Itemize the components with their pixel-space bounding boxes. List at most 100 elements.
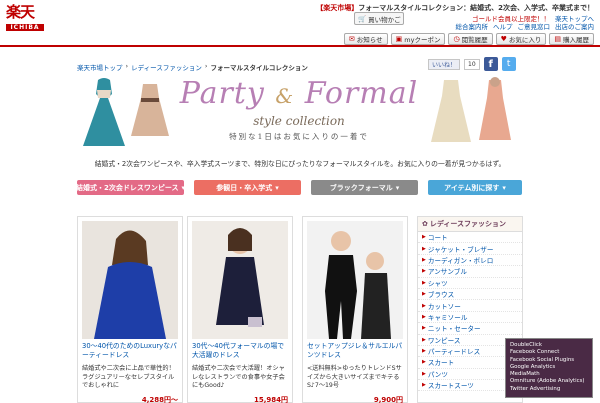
sidebar-item[interactable]: ▶ コート — [418, 232, 522, 244]
nav-label: お知らせ — [356, 36, 383, 44]
category-label: ブラックフォーマル — [329, 183, 393, 192]
sidebar-heading: ✿ レディースファッション — [418, 217, 522, 232]
purchase-history-button[interactable]: ▤ 購入履歴 — [549, 33, 594, 45]
sidebar-item-label: アンサンブル — [427, 268, 467, 277]
history-button[interactable]: ◷ 閲覧履歴 — [448, 33, 493, 45]
category-label: 参観日・卒入学式 — [216, 183, 273, 192]
like-button[interactable]: いいね！ — [428, 58, 461, 70]
receipt-icon: ▤ — [554, 35, 561, 43]
nav-label: 閲覧履歴 — [461, 36, 488, 44]
social-buttons: いいね！ 10 f t — [428, 57, 516, 71]
guide-link[interactable]: 総合案内所 — [456, 21, 489, 31]
sidebar-item-label: カットソー — [427, 302, 461, 311]
sidebar-item[interactable]: ▶ キャミソール — [418, 312, 522, 324]
tracker-item: DoubleClick — [510, 342, 542, 348]
arrow-right-icon: ▶ — [422, 302, 426, 309]
sidebar-item-label: ジャケット・ブレザー — [427, 245, 494, 254]
arrow-right-icon: ▶ — [422, 359, 426, 366]
arrow-right-icon: ▶ — [422, 256, 426, 263]
sidebar-heading-label: レディースファッション — [429, 220, 507, 228]
product-desc: <送料無料>ゆったりトレンドSサイズから大きいサイズまでキテるS♪7〜19号 — [307, 365, 402, 389]
product-title[interactable]: セットアップジレ＆サルエルパンツドレス — [307, 342, 405, 360]
tracker-list-popup: DoubleClick Facebook Connect Facebook Soci… — [505, 338, 593, 398]
sidebar-item[interactable]: ▶ カーディガン・ボレロ — [418, 255, 522, 267]
category-label: 結婚式・2次会ドレスワンピース — [75, 183, 179, 192]
product-photo — [307, 221, 403, 339]
sidebar-item-label: スカートスーツ — [427, 382, 474, 391]
tracker-item: Facebook Connect — [510, 349, 560, 356]
product-price: 15,984円 — [253, 396, 288, 403]
product-photo — [82, 221, 178, 339]
cart-button[interactable]: 🛒 買い物かご — [354, 12, 404, 25]
breadcrumb-ladies[interactable]: レディースファッション — [131, 62, 202, 72]
arrow-right-icon: ▶ — [422, 382, 426, 389]
logo-sub: ICHIBA — [6, 24, 44, 31]
tracker-item: MediaMath — [510, 371, 540, 378]
clock-icon: ◷ — [453, 35, 460, 43]
product-card[interactable]: 30〜40代のためのLuxuryなパーティードレス 結婚式や二次会に上品で華性的… — [77, 216, 183, 403]
logo-text: 楽天 — [6, 3, 35, 21]
category-black-formal-button[interactable]: ブラックフォーマル ▾ — [311, 180, 418, 195]
banner-title-amp: & — [275, 84, 295, 108]
breadcrumb-separator-icon: › — [125, 62, 129, 70]
breadcrumb: 楽天市場トップ › レディースファッション › フォーマルスタイルコレクション — [77, 62, 308, 72]
nav-label: お気に入り — [508, 36, 542, 44]
product-card[interactable]: 30代〜40代フォーマルの場で大活躍のドレス 結婚式や二次会で大活躍！オシャレな… — [187, 216, 293, 403]
nav-label: myクーポン — [404, 36, 441, 44]
arrow-right-icon: ▶ — [422, 325, 426, 332]
product-title[interactable]: 30代〜40代フォーマルの場で大活躍のドレス — [192, 342, 290, 360]
pink-dress-image — [479, 77, 511, 140]
cart-label: 買い物かご — [368, 15, 401, 24]
twitter-icon[interactable]: t — [501, 57, 516, 71]
intro-text: 結婚式・2次会ワンピースや、卒入学式スーツまで、特別な日にぴったりなフォーマルス… — [94, 160, 506, 168]
hero-banner: Party & Formal style collection 特別な1日はお気… — [77, 72, 521, 150]
merchant-link[interactable]: 出店のご案内 — [555, 21, 594, 31]
like-count: 10 — [464, 58, 480, 70]
product-card[interactable]: セットアップジレ＆サルエルパンツドレス <送料無料>ゆったりトレンドSサイズから… — [302, 216, 408, 403]
tracker-item: Google Analytics — [510, 363, 556, 370]
breadcrumb-top[interactable]: 楽天市場トップ — [77, 62, 123, 72]
breadcrumb-separator-icon: › — [204, 62, 208, 70]
help-link[interactable]: ヘルプ — [493, 21, 513, 31]
sidebar-item-label: キャミソール — [427, 313, 468, 322]
category-label: アイテム別に探す — [444, 183, 500, 192]
category-wedding-button[interactable]: 結婚式・2次会ドレスワンピース ▾ — [75, 180, 186, 195]
banner-title-party: Party — [179, 76, 265, 111]
dropdown-arrow-icon: ▾ — [395, 183, 400, 192]
rakuten-logo[interactable]: 楽天 ICHIBA — [6, 4, 44, 42]
notice-button[interactable]: ✉ お知らせ — [343, 33, 388, 45]
dropdown-arrow-icon: ▾ — [181, 183, 186, 192]
facebook-icon[interactable]: f — [483, 57, 498, 71]
favorites-button[interactable]: ♥ お気に入り — [495, 33, 547, 45]
sidebar-item[interactable]: ▶ カットソー — [418, 300, 522, 312]
arrow-right-icon: ▶ — [422, 234, 426, 241]
sidebar-item[interactable]: ▶ シャツ — [418, 278, 522, 289]
sidebar-item-label: ブラウス — [427, 291, 455, 300]
breadcrumb-current: フォーマルスタイルコレクション — [210, 64, 308, 72]
sidebar-item[interactable]: ▶ ブラウス — [418, 289, 522, 301]
arrow-right-icon: ▶ — [422, 245, 426, 252]
category-item-button[interactable]: アイテム別に探す ▾ — [428, 180, 522, 195]
banner-title-formal: Formal — [304, 76, 419, 111]
header-links-2: 総合案内所 ヘルプ ご意見窓口 出店のご案内 — [456, 21, 595, 31]
arrow-right-icon: ▶ — [422, 291, 426, 298]
coupon-icon: ▣ — [395, 35, 403, 43]
global-header: 楽天 ICHIBA 【楽天市場】フォーマルスタイルコレクション：結婚式、2次会、… — [0, 0, 600, 47]
feedback-link[interactable]: ご意見窓口 — [518, 21, 551, 31]
arrow-right-icon: ▶ — [422, 313, 426, 320]
bell-icon: ✉ — [348, 35, 355, 43]
arrow-right-icon: ▶ — [422, 348, 426, 355]
product-title[interactable]: 30〜40代のためのLuxuryなパーティードレス — [82, 342, 180, 360]
category-ceremony-button[interactable]: 参観日・卒入学式 ▾ — [194, 180, 301, 195]
sidebar-item[interactable]: ▶ アンサンブル — [418, 266, 522, 278]
sidebar-item[interactable]: ▶ ジャケット・ブレザー — [418, 243, 522, 255]
header-nav: ✉ お知らせ ▣ myクーポン ◷ 閲覧履歴 ♥ お気に入り ▤ 購入履歴 — [343, 33, 594, 45]
tracker-item: Omniture (Adobe Analytics) — [510, 378, 585, 385]
coupon-button[interactable]: ▣ myクーポン — [390, 33, 446, 45]
sidebar-item-label: ワンピース — [427, 336, 461, 345]
sidebar-item[interactable]: ▶ ニット・セーター — [418, 323, 522, 335]
sidebar-item-label: パンツ — [427, 370, 448, 379]
tracker-item: Twitter Advertising — [510, 385, 561, 392]
sidebar-item-label: カーディガン・ボレロ — [427, 256, 494, 265]
arrow-right-icon: ▶ — [422, 268, 426, 275]
